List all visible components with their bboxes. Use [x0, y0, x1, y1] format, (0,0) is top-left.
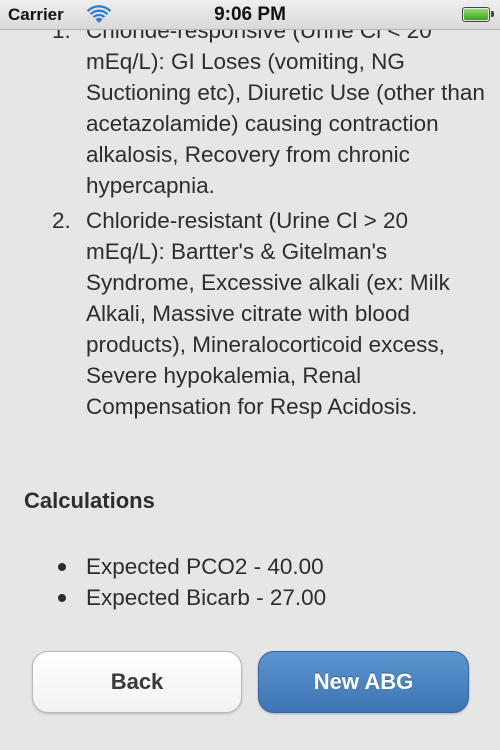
battery-icon: [462, 7, 494, 22]
calculation-text: Expected PCO2 - 40.00: [86, 554, 324, 579]
battery-level: [464, 9, 488, 20]
list-item-text: Chloride-resistant (Urine Cl > 20 mEq/L)…: [86, 208, 450, 419]
calculations-heading: Calculations: [24, 488, 155, 513]
calculation-text: Expected Bicarb - 27.00: [86, 585, 327, 610]
list-item-text: Chloride-responsive (Urine Cl < 20 mEq/L…: [86, 18, 485, 198]
causes-list: 1. Chloride-responsive (Urine Cl < 20 mE…: [52, 15, 486, 422]
battery-tip: [491, 11, 494, 17]
back-button[interactable]: Back: [32, 651, 242, 713]
status-bar: Carrier 9:06 PM: [0, 0, 500, 30]
list-number: 2.: [52, 208, 71, 233]
bullet-icon: [58, 594, 66, 602]
scroll-content[interactable]: 1. Chloride-responsive (Urine Cl < 20 mE…: [0, 0, 500, 750]
list-item: 1. Chloride-responsive (Urine Cl < 20 mE…: [52, 15, 486, 201]
list-item: Expected Bicarb - 27.00: [58, 582, 327, 613]
bullet-icon: [58, 563, 66, 571]
list-item: Expected PCO2 - 40.00: [58, 551, 326, 582]
new-abg-button[interactable]: New ABG: [258, 651, 469, 713]
calculations-list: Expected PCO2 - 40.00 Expected Bicarb - …: [58, 551, 327, 613]
clock-time: 9:06 PM: [214, 4, 286, 25]
list-item: 2. Chloride-resistant (Urine Cl > 20 mEq…: [52, 205, 486, 422]
